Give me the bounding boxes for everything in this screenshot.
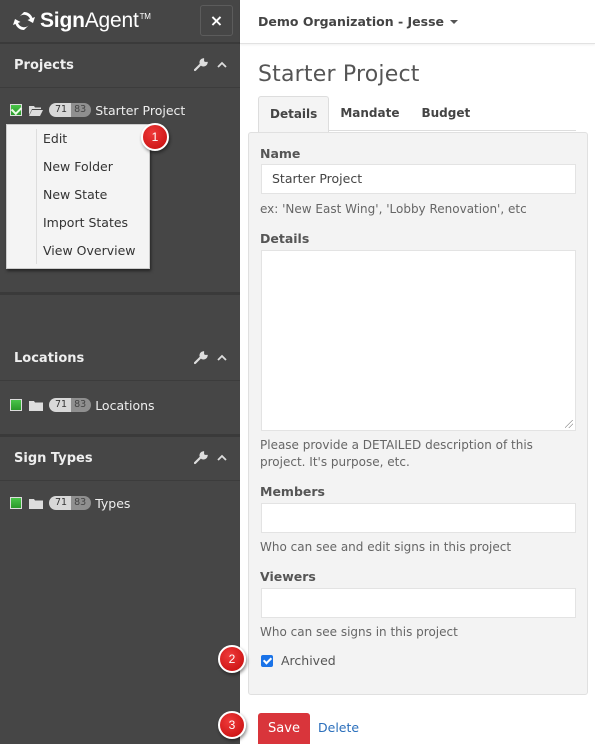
delete-link[interactable]: Delete: [318, 720, 359, 735]
save-button[interactable]: Save: [258, 713, 310, 744]
menu-item-import-states[interactable]: Import States: [7, 209, 149, 237]
sync-logo-icon: [13, 11, 35, 31]
step-marker-3: 3: [218, 711, 246, 739]
name-input[interactable]: Starter Project: [261, 164, 576, 194]
caret-down-icon: [450, 19, 459, 24]
archived-checkbox[interactable]: [261, 654, 273, 667]
viewers-input[interactable]: [261, 588, 576, 618]
org-label: Demo Organization - Jesse: [258, 14, 445, 29]
count-badge: 71 83: [49, 103, 92, 117]
tree-label: Locations: [95, 397, 155, 413]
tree-label: Types: [95, 495, 131, 511]
menu-item-new-folder[interactable]: New Folder: [7, 153, 149, 181]
menu-item-new-state[interactable]: New State: [7, 181, 149, 209]
details-help: Please provide a DETAILED description of…: [260, 438, 533, 469]
folder-icon: [29, 400, 43, 411]
org-selector[interactable]: Demo Organization - Jesse: [240, 0, 595, 44]
wrench-icon[interactable]: [194, 58, 208, 72]
members-help: Who can see and edit signs in this proje…: [260, 540, 512, 554]
checkbox-icon[interactable]: [10, 399, 22, 411]
sidebar: SignAgentTM × Projects 71 83 Starter Proj…: [0, 0, 240, 744]
page-title: Starter Project: [258, 62, 420, 87]
name-help: ex: 'New East Wing', 'Lobby Renovation',…: [260, 202, 527, 216]
details-textarea[interactable]: [261, 250, 576, 431]
count-badge: 71 83: [49, 496, 92, 510]
chevron-up-icon[interactable]: [216, 60, 228, 70]
name-label: Name: [260, 146, 301, 161]
tree-item-starter-project[interactable]: 71 83 Starter Project: [10, 100, 230, 120]
sign-types-header: Sign Types: [0, 437, 240, 481]
section-title: Sign Types: [14, 451, 93, 466]
wrench-icon[interactable]: [194, 351, 208, 365]
menu-item-edit[interactable]: Edit: [7, 125, 149, 153]
folder-open-icon: [29, 105, 43, 116]
menu-item-view-overview[interactable]: View Overview: [7, 237, 149, 265]
tab-budget[interactable]: Budget: [410, 96, 481, 131]
close-sidebar-button[interactable]: ×: [200, 5, 233, 36]
members-input[interactable]: [261, 503, 576, 533]
archived-label: Archived: [281, 653, 336, 668]
chevron-up-icon[interactable]: [216, 453, 228, 463]
brand-name: SignAgentTM: [40, 9, 151, 32]
viewers-help: Who can see signs in this project: [260, 625, 458, 639]
locations-header: Locations: [0, 337, 240, 381]
checkbox-icon[interactable]: [10, 497, 22, 509]
tab-details[interactable]: Details: [258, 96, 330, 132]
members-label: Members: [260, 484, 325, 499]
tab-mandate[interactable]: Mandate: [329, 96, 410, 131]
tree-item-locations[interactable]: 71 83 Locations: [10, 395, 230, 415]
wrench-icon[interactable]: [194, 451, 208, 465]
tab-bar: Details Mandate Budget: [258, 96, 576, 132]
details-label: Details: [260, 231, 310, 246]
details-panel: Name Starter Project ex: 'New East Wing'…: [248, 132, 588, 695]
sign-types-section: Sign Types 71 83 Types: [0, 437, 240, 532]
archived-checkbox-row[interactable]: Archived: [261, 653, 336, 668]
locations-section: Locations 71 83 Locations: [0, 337, 240, 437]
tree-label: Starter Project: [95, 102, 186, 118]
chevron-up-icon[interactable]: [216, 353, 228, 363]
resize-grip-icon[interactable]: [565, 420, 573, 428]
brand-header: SignAgentTM ×: [0, 0, 240, 44]
projects-header: Projects: [0, 44, 240, 88]
step-marker-2: 2: [218, 645, 246, 673]
checked-box-icon[interactable]: [10, 104, 22, 116]
tree-item-types[interactable]: 71 83 Types: [10, 493, 230, 513]
close-icon: ×: [209, 11, 224, 30]
context-menu: Edit New Folder New State Import States …: [6, 124, 150, 269]
folder-icon: [29, 498, 43, 509]
count-badge: 71 83: [49, 398, 92, 412]
viewers-label: Viewers: [260, 569, 316, 584]
section-title: Projects: [14, 58, 74, 73]
section-title: Locations: [14, 351, 85, 366]
main-content: Demo Organization - Jesse Starter Projec…: [240, 0, 595, 744]
step-marker-1: 1: [141, 123, 169, 151]
